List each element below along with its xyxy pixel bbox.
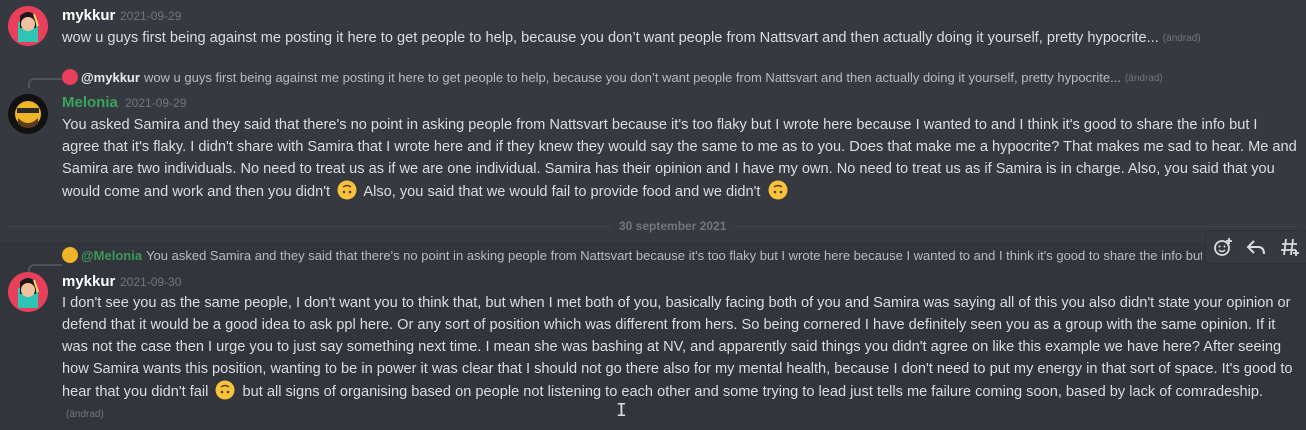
message-action-toolbar xyxy=(1205,230,1306,264)
reply-preview[interactable]: @mykkur wow u guys first being against me… xyxy=(62,69,1302,88)
add-reaction-icon xyxy=(1213,238,1232,256)
message-timestamp[interactable]: 2021-09-29 xyxy=(120,7,181,25)
reply-author[interactable]: @Melonia xyxy=(81,248,142,263)
text-cursor-icon: I xyxy=(616,400,627,421)
avatar-image xyxy=(8,272,48,312)
message-text: wow u guys first being against me postin… xyxy=(62,30,1159,46)
message-author[interactable]: Melonia xyxy=(62,94,118,112)
upside-down-face-emoji-icon[interactable] xyxy=(768,180,788,200)
edited-label: (ändrad) xyxy=(1162,33,1201,44)
reply-preview[interactable]: @Melonia You asked Samira and they said t… xyxy=(62,247,1202,265)
avatar-melonia[interactable] xyxy=(8,94,48,134)
avatar-mykkur[interactable] xyxy=(8,6,48,46)
avatar-image xyxy=(8,6,48,46)
message-timestamp[interactable]: 2021-09-30 xyxy=(120,273,181,291)
edited-label: (ändrad) xyxy=(66,409,104,420)
message-author[interactable]: mykkur xyxy=(62,273,115,291)
reply-icon xyxy=(1247,240,1266,255)
date-divider-label: 30 september 2021 xyxy=(611,219,735,233)
upside-down-face-emoji-icon[interactable] xyxy=(337,180,357,200)
reply-text: You asked Samira and they said that ther… xyxy=(146,248,1202,263)
reply-avatar xyxy=(62,247,78,263)
reply-text: wow u guys first being against me postin… xyxy=(143,70,1121,85)
reply-author[interactable]: @mykkur xyxy=(81,70,140,85)
avatar-image xyxy=(8,94,48,134)
message-text-part2: Also, you said that we would fail to pro… xyxy=(363,184,761,200)
reply-edited-label: (ändrad) xyxy=(1124,73,1163,84)
avatar-mykkur[interactable] xyxy=(8,272,48,312)
create-thread-icon xyxy=(1281,238,1300,256)
message-timestamp[interactable]: 2021-09-29 xyxy=(125,94,186,112)
message-author[interactable]: mykkur xyxy=(62,7,115,25)
upside-down-face-emoji-icon[interactable] xyxy=(215,380,235,400)
reply-spine xyxy=(28,78,62,88)
message-content: wow u guys first being against me postin… xyxy=(62,27,1302,50)
create-thread-button[interactable] xyxy=(1278,235,1302,259)
add-reaction-button[interactable] xyxy=(1211,235,1235,259)
message-content: I don't see you as the same people, I do… xyxy=(62,292,1298,426)
reply-button[interactable] xyxy=(1244,235,1268,259)
message-text-part2: but all signs of organising based on peo… xyxy=(242,384,1264,400)
message-content: You asked Samira and they said that ther… xyxy=(62,114,1298,203)
reply-avatar xyxy=(62,69,78,85)
